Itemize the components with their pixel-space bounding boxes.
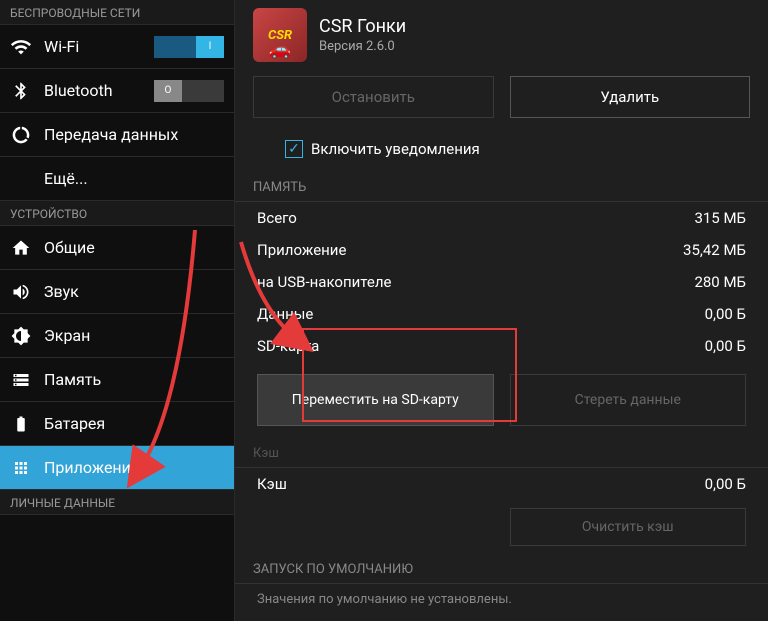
sidebar-item-more[interactable]: Ещё... [0, 157, 234, 201]
section-header-device: УСТРОЙСТВО [0, 201, 234, 226]
sidebar-label: Общие [44, 238, 95, 257]
app-icon [253, 8, 307, 62]
home-icon [10, 237, 32, 259]
storage-data-row: Данные0,00 Б [235, 298, 768, 330]
brightness-icon [10, 325, 32, 347]
sidebar-item-wifi[interactable]: Wi-Fi I [0, 25, 234, 69]
sidebar-item-display[interactable]: Экран [0, 314, 234, 358]
bluetooth-icon [10, 80, 32, 102]
storage-section-header: ПАМЯТЬ [235, 172, 768, 202]
sidebar-label: Передача данных [44, 125, 178, 144]
sidebar-label: Ещё... [44, 169, 88, 188]
storage-sd-row: SD-карта0,00 Б [235, 330, 768, 362]
sidebar-item-battery[interactable]: Батарея [0, 402, 234, 446]
cache-row: Кэш0,00 Б [235, 468, 768, 500]
sidebar-label: Батарея [44, 414, 105, 433]
sidebar-label: Звук [44, 282, 79, 301]
wifi-icon [10, 36, 32, 58]
checkbox-label: Включить уведомления [311, 140, 480, 158]
stop-button[interactable]: Остановить [253, 76, 494, 118]
wifi-toggle[interactable]: I [154, 36, 224, 58]
sidebar-label: Bluetooth [44, 81, 113, 100]
sound-icon [10, 281, 32, 303]
app-detail-panel: CSR Гонки Версия 2.6.0 Остановить Удалит… [235, 0, 768, 621]
launch-section-header: ЗАПУСК ПО УМОЛЧАНИЮ [235, 554, 768, 584]
clear-data-button[interactable]: Стереть данные [510, 374, 747, 426]
apps-icon [10, 457, 32, 479]
sidebar-item-general[interactable]: Общие [0, 226, 234, 270]
storage-icon [10, 369, 32, 391]
cache-hidden-header: Кэш [235, 438, 768, 468]
section-header-wireless: БЕСПРОВОДНЫЕ СЕТИ [0, 0, 234, 25]
delete-button[interactable]: Удалить [510, 76, 751, 118]
sidebar-item-bluetooth[interactable]: Bluetooth O [0, 69, 234, 113]
sidebar-item-data-usage[interactable]: Передача данных [0, 113, 234, 157]
app-version: Версия 2.6.0 [319, 39, 406, 54]
bluetooth-toggle[interactable]: O [154, 80, 224, 102]
app-name: CSR Гонки [319, 16, 406, 37]
launch-default-text: Значения по умолчанию не установлены. [235, 584, 768, 615]
blank-icon [10, 168, 32, 190]
storage-total-row: Всего315 МБ [235, 202, 768, 234]
sidebar-item-apps[interactable]: Приложения [0, 446, 234, 490]
move-to-sd-button[interactable]: Переместить на SD-карту [257, 374, 494, 426]
sidebar-label: Приложения [44, 458, 140, 477]
notifications-checkbox-row[interactable]: ✓ Включить уведомления [235, 130, 768, 172]
settings-sidebar: БЕСПРОВОДНЫЕ СЕТИ Wi-Fi I Bluetooth O Пе… [0, 0, 235, 621]
section-header-personal: ЛИЧНЫЕ ДАННЫЕ [0, 490, 234, 515]
battery-icon [10, 413, 32, 435]
sidebar-item-storage[interactable]: Память [0, 358, 234, 402]
storage-usb-row: на USB-накопителе280 МБ [235, 266, 768, 298]
sidebar-label: Wi-Fi [44, 37, 79, 56]
sidebar-label: Память [44, 370, 101, 389]
checkbox-icon: ✓ [285, 140, 303, 158]
storage-app-row: Приложение35,42 МБ [235, 234, 768, 266]
clear-cache-button[interactable]: Очистить кэш [510, 508, 747, 546]
sidebar-item-sound[interactable]: Звук [0, 270, 234, 314]
sidebar-label: Экран [44, 326, 90, 345]
data-usage-icon [10, 124, 32, 146]
